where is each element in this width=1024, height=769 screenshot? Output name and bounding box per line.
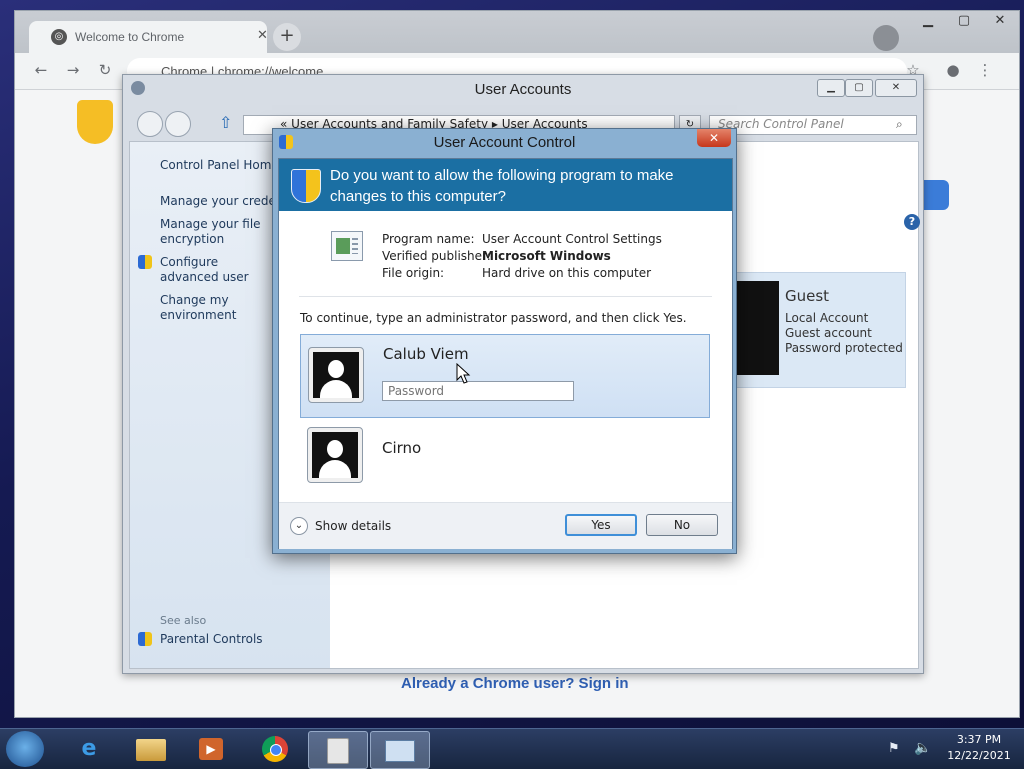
ua-close-button[interactable]: ✕ bbox=[875, 79, 917, 97]
guest-account-kind: Guest account bbox=[785, 326, 872, 340]
user-tile-calub-viem[interactable]: Calub Viem bbox=[300, 334, 710, 418]
no-button[interactable]: No bbox=[646, 514, 718, 536]
guest-name: Guest bbox=[785, 287, 830, 305]
program-icon-slider bbox=[336, 238, 350, 254]
uac-footer: ⌄ Show details Yes No bbox=[279, 502, 732, 549]
uac-body: Do you want to allow the following progr… bbox=[278, 158, 733, 549]
sidebar-item-advanced-profile[interactable]: Configure advanced user profile properti… bbox=[160, 255, 272, 285]
back-arrow-icon[interactable]: ← bbox=[31, 61, 51, 81]
cursor-arrow-icon bbox=[456, 362, 471, 384]
guest-account-type: Local Account bbox=[785, 311, 869, 325]
help-icon[interactable]: ? bbox=[904, 214, 920, 230]
volume-icon[interactable]: 🔈 bbox=[914, 740, 931, 756]
taskbar: e ▶ ⚑ 🔈 3:37 PM 12/22/2021 bbox=[0, 728, 1024, 769]
taskbar-chrome[interactable] bbox=[246, 731, 304, 767]
close-tab-icon[interactable]: ✕ bbox=[257, 28, 268, 43]
uac-header: Do you want to allow the following progr… bbox=[279, 159, 732, 211]
guest-avatar bbox=[735, 281, 779, 375]
chrome-tab-welcome[interactable]: ◎ Welcome to Chrome ✕ bbox=[29, 21, 268, 53]
sidebar-item-manage-credentials[interactable]: Manage your credentials bbox=[160, 194, 272, 209]
chrome-tabstrip: ◎ Welcome to Chrome ✕ + ▁ ▢ ✕ bbox=[15, 11, 1019, 53]
taskbar-secure-desktop[interactable] bbox=[308, 731, 368, 769]
chevron-down-icon[interactable]: ⌄ bbox=[290, 517, 308, 535]
ua-up-arrow-icon[interactable]: ⇧ bbox=[219, 113, 232, 132]
uac-separator bbox=[299, 296, 712, 297]
reload-icon[interactable]: ↻ bbox=[95, 61, 115, 81]
guest-password-status: Password protected bbox=[785, 341, 903, 355]
new-tab-button[interactable]: + bbox=[273, 23, 301, 51]
action-center-flag-icon[interactable]: ⚑ bbox=[888, 741, 900, 756]
user-accounts-title: User Accounts bbox=[474, 81, 572, 98]
publisher-label: Verified publisher: bbox=[382, 249, 491, 263]
chrome-tab-title: Welcome to Chrome bbox=[75, 30, 185, 44]
show-details-link[interactable]: Show details bbox=[315, 519, 391, 533]
program-name-label: Program name: bbox=[382, 232, 475, 246]
user-name-calub-viem: Calub Viem bbox=[383, 345, 469, 363]
secure-desktop-icon bbox=[323, 736, 353, 764]
chrome-signin-link[interactable]: Already a Chrome user? Sign in bbox=[401, 675, 629, 692]
account-icon[interactable]: ● bbox=[943, 61, 963, 81]
taskbar-media-player[interactable]: ▶ bbox=[182, 731, 240, 767]
avatar-head bbox=[328, 360, 344, 378]
forward-arrow-icon[interactable]: → bbox=[63, 61, 83, 81]
taskbar-uac-settings[interactable] bbox=[370, 731, 430, 769]
sidebar-item-file-encryption[interactable]: Manage your file encryption certificates bbox=[160, 217, 270, 247]
uac-question: Do you want to allow the following progr… bbox=[330, 167, 674, 205]
chrome-welcome-illustration bbox=[77, 100, 113, 144]
user-name-cirno: Cirno bbox=[382, 439, 422, 457]
password-input[interactable] bbox=[382, 381, 574, 401]
taskbar-internet-explorer[interactable]: e bbox=[60, 731, 118, 767]
search-icon: ⌕ bbox=[896, 117, 903, 131]
yes-button[interactable]: Yes bbox=[565, 514, 637, 536]
uac-title: User Account Control bbox=[433, 134, 576, 151]
start-button[interactable] bbox=[6, 731, 44, 767]
chrome-icon bbox=[260, 735, 290, 763]
publisher-value: Microsoft Windows bbox=[482, 249, 611, 263]
parental-controls-shield-icon bbox=[138, 632, 152, 646]
ua-back-button[interactable] bbox=[137, 111, 163, 137]
continue-instruction: To continue, type an administrator passw… bbox=[300, 311, 687, 325]
program-name-value: User Account Control Settings bbox=[482, 232, 662, 246]
avatar-body bbox=[320, 380, 352, 398]
avatar-body bbox=[319, 460, 351, 478]
chrome-favicon-icon: ◎ bbox=[51, 29, 67, 45]
clock-time[interactable]: 3:37 PM bbox=[944, 733, 1014, 746]
file-origin-label: File origin: bbox=[382, 266, 445, 280]
clock-date[interactable]: 12/22/2021 bbox=[944, 749, 1014, 762]
minimize-button[interactable]: ▁ bbox=[911, 13, 945, 28]
file-explorer-icon bbox=[136, 735, 166, 763]
see-also-label: See also bbox=[160, 614, 207, 627]
uac-shield-icon-large bbox=[291, 169, 321, 203]
ua-maximize-button[interactable]: ▢ bbox=[845, 79, 873, 97]
user-avatar bbox=[308, 347, 364, 403]
profile-bubble-icon[interactable] bbox=[873, 25, 899, 51]
maximize-button[interactable]: ▢ bbox=[947, 13, 981, 28]
user-avatar bbox=[307, 427, 363, 483]
ua-minimize-button[interactable]: ▁ bbox=[817, 79, 845, 97]
media-player-icon: ▶ bbox=[196, 735, 226, 763]
ua-forward-button[interactable] bbox=[165, 111, 191, 137]
menu-dots-icon[interactable]: ⋮ bbox=[975, 61, 995, 81]
uac-dialog: User Account Control ✕ Do you want to al… bbox=[272, 128, 737, 554]
taskbar-file-explorer[interactable] bbox=[122, 731, 180, 767]
uac-close-button[interactable]: ✕ bbox=[697, 129, 731, 147]
ua-search-input[interactable]: Search Control Panel ⌕ bbox=[709, 115, 917, 135]
user-account-control-icon bbox=[385, 736, 415, 764]
program-icon-lines bbox=[352, 238, 358, 254]
avatar-head bbox=[327, 440, 343, 458]
sidebar-item-control-panel-home[interactable]: Control Panel Home bbox=[160, 158, 279, 173]
program-icon bbox=[331, 231, 363, 261]
file-origin-value: Hard drive on this computer bbox=[482, 266, 652, 280]
uac-shield-icon bbox=[138, 255, 152, 269]
close-window-button[interactable]: ✕ bbox=[983, 13, 1017, 28]
sidebar-item-parental-controls[interactable]: Parental Controls bbox=[160, 632, 263, 647]
user-avatar-frame bbox=[312, 432, 358, 478]
sidebar-item-environment-vars[interactable]: Change my environment variables bbox=[160, 293, 272, 323]
guest-account-card[interactable]: Guest Local Account Guest account Passwo… bbox=[734, 272, 906, 388]
user-tile-cirno[interactable]: Cirno bbox=[300, 421, 708, 495]
user-avatar-frame bbox=[313, 352, 359, 398]
internet-explorer-icon: e bbox=[81, 736, 97, 761]
